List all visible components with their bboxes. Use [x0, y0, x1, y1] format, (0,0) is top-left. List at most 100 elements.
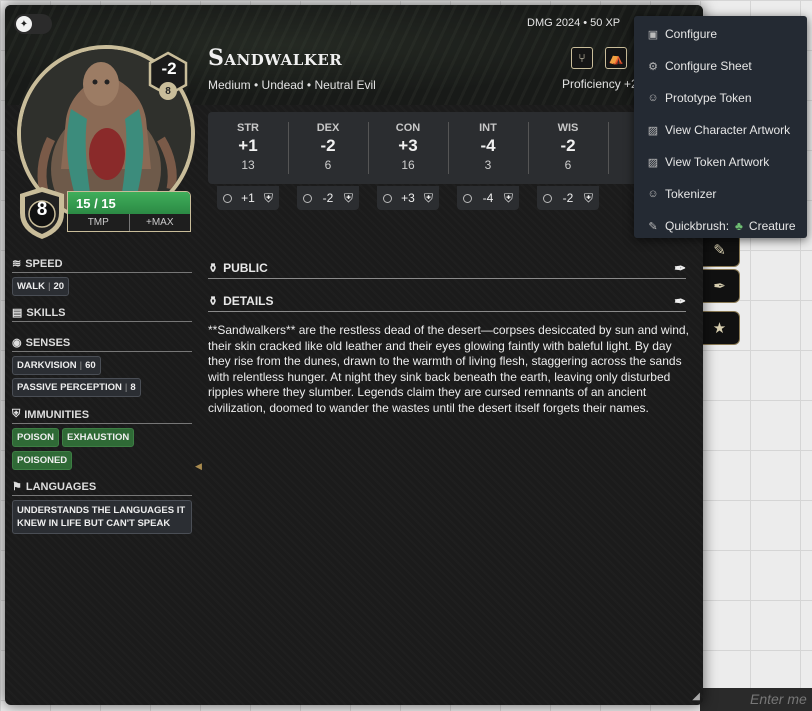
save-int[interactable]: -4 ⛨ — [457, 186, 519, 210]
senses-heading: ◉ SENSES — [12, 336, 192, 352]
skills-heading: ▤ SKILLS — [12, 306, 192, 322]
challenge-sub-badge: 8 — [159, 82, 177, 100]
skills-title: SKILLS — [26, 306, 66, 319]
proficiency-dot-icon[interactable] — [223, 193, 232, 203]
books-icon: ▤ — [12, 307, 23, 319]
proficiency-dot-icon[interactable] — [463, 193, 472, 203]
jar-icon: ⚱ — [208, 294, 219, 308]
ability-label: INT — [479, 122, 497, 134]
source-xp: DMG 2024 • 50 XP — [527, 17, 621, 29]
save-value: -4 — [482, 191, 494, 205]
campfire-icon[interactable]: ⛺ — [605, 47, 627, 69]
speed-title: SPEED — [25, 257, 63, 270]
ability-label: CON — [395, 122, 421, 134]
chat-input[interactable]: Enter me — [700, 688, 812, 711]
ability-mod: -2 — [560, 136, 576, 155]
jar-icon: ⚱ — [208, 261, 219, 275]
proficiency-dot-icon[interactable] — [543, 193, 552, 203]
immunity-tag: POISON — [12, 428, 59, 447]
shield-icon: ⛨ — [423, 190, 433, 205]
sense-value: 8 — [130, 382, 136, 393]
save-str[interactable]: +1 ⛨ — [217, 186, 279, 210]
menu-label: Quickbrush: — [665, 219, 730, 233]
speed-value: 20 — [53, 281, 65, 292]
temp-max-hp-field[interactable]: +MAX — [128, 214, 191, 231]
user-circle-icon: ☺ — [647, 92, 659, 104]
sense-name: PASSIVE PERCEPTION — [17, 382, 122, 393]
ability-label: WIS — [557, 122, 579, 134]
immunity-tag: EXHAUSTION — [62, 428, 135, 447]
ability-score: 6 — [324, 158, 332, 172]
details-section-heading: ⚱ DETAILS ✒ — [208, 293, 686, 312]
hp-value: 15 / 15 — [76, 196, 116, 211]
menu-label: Configure — [665, 27, 718, 41]
ability-label: DEX — [316, 122, 340, 134]
resize-handle-icon[interactable]: ◢ — [692, 691, 700, 702]
save-dex[interactable]: -2 ⛨ — [297, 186, 359, 210]
ability-con[interactable]: CON +3 16 — [368, 112, 448, 184]
shield-icon: ⛨ — [12, 408, 21, 420]
menu-label: Prototype Token — [665, 91, 752, 105]
immunities-title: IMMUNITIES — [24, 408, 90, 421]
temp-hp-field[interactable]: TMP — [68, 214, 129, 231]
utensils-icon[interactable]: ⑂ — [571, 47, 593, 69]
proficiency-bonus: Proficiency +2 — [562, 77, 638, 91]
ability-score: 6 — [564, 158, 572, 172]
save-con[interactable]: +3 ⛨ — [377, 186, 439, 210]
shield-icon: ⛨ — [503, 190, 513, 205]
actor-subtitle: Medium • Undead • Neutral Evil — [208, 78, 376, 92]
hp-bar[interactable]: 15 / 15 — [67, 191, 191, 215]
feather-icon[interactable]: ✒ — [700, 269, 740, 303]
sense-name: DARKVISION — [17, 360, 77, 371]
armor-class[interactable]: 8 — [21, 199, 63, 221]
immunities-heading: ⛨ IMMUNITIES — [12, 408, 192, 424]
feather-icon[interactable]: ✒ — [674, 293, 686, 310]
user-circle-icon: ☺ — [647, 188, 659, 200]
edit-mode-toggle[interactable]: ✦ — [14, 14, 52, 34]
ability-dex[interactable]: DEX -2 6 — [288, 112, 368, 184]
speed-heading: ≋ SPEED — [12, 257, 192, 273]
menu-tokenizer[interactable]: ☺ Tokenizer — [634, 178, 807, 210]
menu-suffix: Creature — [748, 219, 796, 233]
save-wis[interactable]: -2 ⛨ — [537, 186, 599, 210]
collapse-sidebar-icon[interactable]: ◀ — [195, 461, 202, 472]
menu-label: View Character Artwork — [665, 123, 791, 137]
shield-icon: ⛨ — [263, 190, 273, 205]
challenge-rating: -2 — [161, 59, 177, 78]
ability-mod: +3 — [398, 136, 418, 155]
menu-view-character-artwork[interactable]: ▨ View Character Artwork — [634, 114, 807, 146]
proficiency-dot-icon[interactable] — [383, 193, 392, 203]
immunity-tag: POISONED — [12, 451, 73, 470]
sense-darkvision: DARKVISION | 60 — [12, 356, 101, 375]
shield-icon: ⛨ — [583, 190, 593, 205]
eye-icon: ◉ — [12, 337, 22, 349]
menu-view-token-artwork[interactable]: ▨ View Token Artwork — [634, 146, 807, 178]
proficiency-dot-icon[interactable] — [303, 193, 312, 203]
ability-mod: +1 — [238, 136, 258, 155]
ability-str[interactable]: STR +1 13 — [208, 112, 288, 184]
senses-title: SENSES — [25, 336, 71, 349]
wrench-icon: ✦ — [16, 16, 32, 32]
menu-label: View Token Artwork — [665, 155, 770, 169]
languages-title: LANGUAGES — [25, 480, 97, 493]
ability-mod: -4 — [480, 136, 496, 155]
star-icon[interactable]: ★ — [700, 311, 740, 345]
menu-quickbrush[interactable]: ✎ Quickbrush: ♣ Creature — [634, 210, 807, 242]
save-value: -2 — [322, 191, 334, 205]
save-value: +1 — [241, 191, 255, 205]
flag-icon: ⚑ — [12, 481, 22, 493]
ability-score: 3 — [484, 158, 492, 172]
ability-mod: -2 — [320, 136, 336, 155]
actor-name[interactable]: Sandwalker — [208, 45, 342, 71]
menu-prototype-token[interactable]: ☺ Prototype Token — [634, 82, 807, 114]
ability-wis[interactable]: WIS -2 6 — [528, 112, 608, 184]
gear-icon: ⚙ — [648, 60, 658, 73]
details-title: DETAILS — [223, 294, 274, 308]
menu-configure-sheet[interactable]: ⚙ Configure Sheet — [634, 50, 807, 82]
wind-icon: ≋ — [12, 258, 22, 270]
actor-sheet-window: ✦ DMG 2024 • 50 XP -2 8 8 15 / 15 TMP +M… — [5, 5, 703, 705]
ability-int[interactable]: INT -4 3 — [448, 112, 528, 184]
feather-icon[interactable]: ✒ — [674, 260, 686, 277]
menu-configure[interactable]: ▣ Configure — [634, 18, 807, 50]
speed-walk: WALK | 20 — [12, 277, 70, 296]
